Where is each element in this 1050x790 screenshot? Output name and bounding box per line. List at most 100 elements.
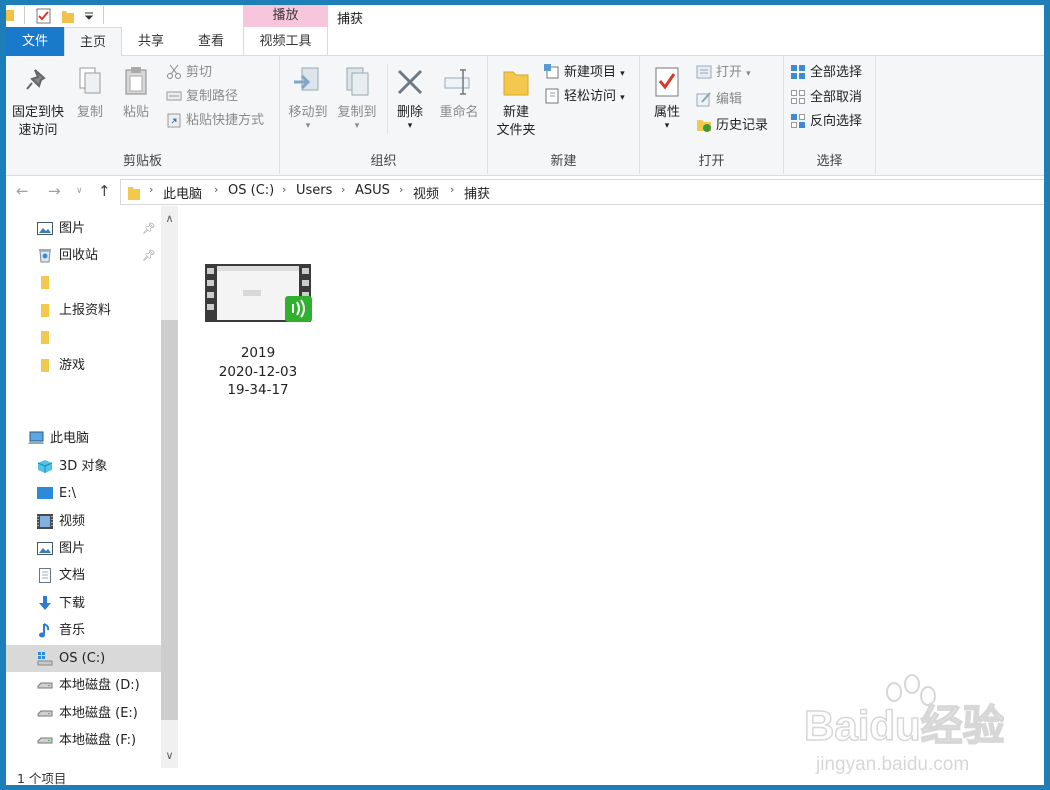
new-folder-button[interactable]: 新建 文件夹: [494, 66, 538, 140]
tab-file[interactable]: 文件: [6, 27, 64, 56]
nav-label: 回收站: [59, 248, 99, 263]
new-group: 新建 文件夹 新建项目 ▾ 轻松访问 ▾ 新建: [488, 56, 640, 174]
back-arrow-icon[interactable]: ←: [16, 182, 29, 200]
nav-item-pictures-quick[interactable]: 图片 📌︎: [6, 215, 161, 242]
copy-to-button[interactable]: 复制到 ▾: [334, 66, 380, 131]
new-folder-quick-icon[interactable]: [61, 8, 75, 24]
tab-video-tools[interactable]: 视频工具: [243, 27, 328, 56]
nav-item-local-disk-f[interactable]: 本地磁盘 (F:): [6, 727, 161, 754]
nav-item-music[interactable]: 音乐: [6, 617, 161, 644]
easy-access-dropdown-icon: ▾: [620, 93, 625, 103]
delete-button[interactable]: 删除 ▾: [392, 66, 428, 131]
new-item-button[interactable]: 新建项目 ▾: [544, 62, 625, 84]
open-button[interactable]: 打开 ▾: [696, 62, 751, 84]
address-row: ← → ∨ ↑ › 此电脑 › OS (C:) › Users › ASUS ›…: [6, 176, 1044, 206]
breadcrumb-asus[interactable]: ASUS: [355, 183, 390, 198]
nav-label: 图片: [59, 541, 86, 556]
pin-icon: 📌︎: [142, 222, 156, 235]
copy-button[interactable]: 复制: [72, 66, 108, 122]
nav-item-folder[interactable]: [6, 269, 161, 296]
nav-item-downloads[interactable]: 下载: [6, 590, 161, 617]
watermark-brand: Baidu经验: [804, 702, 1004, 749]
invert-selection-label: 反向选择: [810, 114, 863, 129]
select-all-button[interactable]: 全部选择: [790, 62, 862, 84]
paste-icon: [125, 67, 147, 95]
os-drive-icon: [37, 652, 53, 666]
forward-arrow-icon[interactable]: →: [48, 182, 61, 200]
nav-item-videos[interactable]: 视频: [6, 508, 161, 535]
new-item-dropdown-icon: ▾: [620, 69, 625, 79]
select-group: 全部选择 全部取消 反向选择 选择: [784, 56, 876, 174]
breadcrumb-videos[interactable]: 视频: [413, 183, 439, 202]
properties-button[interactable]: 属性 ▾: [647, 66, 687, 131]
nav-label: 3D 对象: [59, 459, 108, 474]
file-item[interactable]: 2019 2020-12-03 19-34-17: [203, 262, 313, 400]
folder-icon: [41, 276, 49, 289]
nav-item-local-disk-e[interactable]: 本地磁盘 (E:): [6, 700, 161, 727]
nav-item-pictures[interactable]: 图片: [6, 535, 161, 562]
rename-button[interactable]: 重命名: [434, 66, 484, 122]
select-none-label: 全部取消: [810, 90, 863, 105]
easy-access-icon: [545, 88, 559, 103]
copy-to-icon: [346, 67, 369, 96]
tab-home[interactable]: 主页: [64, 27, 122, 57]
recent-locations-chevron-icon[interactable]: ∨: [76, 186, 83, 196]
properties-icon: [655, 67, 679, 97]
clipboard-group: 固定到快 速访问 复制 粘贴 剪切 复制路径 粘贴快捷方式 剪贴板: [6, 56, 280, 174]
move-to-button[interactable]: 移动到 ▾: [285, 66, 331, 131]
copy-path-button[interactable]: 复制路径: [166, 86, 238, 108]
cut-button[interactable]: 剪切: [166, 62, 212, 84]
nav-item-3d-objects[interactable]: 3D 对象: [6, 453, 161, 480]
nav-label: 上报资料: [59, 303, 112, 318]
properties-quick-icon[interactable]: [36, 8, 52, 24]
nav-item-recycle-bin[interactable]: 回收站 📌︎: [6, 242, 161, 269]
copy-path-label: 复制路径: [186, 89, 239, 104]
nav-item-e-drive[interactable]: E:\: [6, 480, 161, 507]
tab-view[interactable]: 查看: [180, 27, 242, 56]
nav-item-local-disk-d[interactable]: 本地磁盘 (D:): [6, 672, 161, 699]
nav-item-os-c[interactable]: OS (C:): [6, 645, 161, 672]
drive-icon: [37, 737, 53, 744]
paste-shortcut-label: 粘贴快捷方式: [186, 113, 265, 128]
select-none-button[interactable]: 全部取消: [790, 87, 862, 109]
rename-icon: [444, 69, 470, 95]
pin-quick-access-button[interactable]: 固定到快 速访问: [8, 66, 68, 140]
tab-share[interactable]: 共享: [122, 27, 180, 56]
open-group-label: 打开: [698, 154, 725, 169]
nav-label: 下载: [59, 596, 86, 611]
edit-button[interactable]: 编辑: [696, 89, 742, 111]
folder-icon: [41, 304, 49, 317]
breadcrumb-captures[interactable]: 捕获: [464, 183, 490, 202]
scissors-icon: [167, 64, 181, 79]
nav-item-report-materials[interactable]: 上报资料: [6, 297, 161, 324]
nav-item-documents[interactable]: 文档: [6, 562, 161, 589]
nav-label: 本地磁盘 (F:): [59, 733, 137, 748]
breadcrumb-users[interactable]: Users: [296, 183, 332, 198]
scroll-up-icon[interactable]: ∧: [161, 210, 178, 227]
address-bar[interactable]: › 此电脑 › OS (C:) › Users › ASUS › 视频 › 捕获: [120, 179, 1044, 205]
folder-icon: [128, 187, 140, 200]
breadcrumb-os-c[interactable]: OS (C:): [228, 183, 274, 198]
nav-item-games[interactable]: 游戏: [6, 352, 161, 379]
nav-item-folder[interactable]: [6, 324, 161, 351]
history-button[interactable]: 历史记录: [696, 115, 768, 137]
breadcrumb-this-pc[interactable]: 此电脑: [163, 183, 202, 202]
up-arrow-icon[interactable]: ↑: [98, 182, 111, 200]
easy-access-button[interactable]: 轻松访问 ▾: [544, 86, 625, 108]
recycle-bin-icon: [39, 249, 51, 263]
paste-button[interactable]: 粘贴: [118, 66, 154, 122]
nav-item-this-pc[interactable]: 此电脑: [6, 425, 161, 452]
customize-dropdown-icon[interactable]: [84, 11, 94, 21]
paste-shortcut-button[interactable]: 粘贴快捷方式: [166, 110, 264, 132]
baidu-paw-logo: Baidu经验 jingyan.baidu.com: [803, 674, 1005, 775]
pictures-icon: [37, 542, 53, 555]
select-all-label: 全部选择: [810, 65, 863, 80]
computer-icon: [28, 431, 44, 444]
scroll-down-icon[interactable]: ∨: [161, 747, 178, 764]
easy-access-label: 轻松访问: [564, 89, 617, 104]
3d-objects-icon: [37, 460, 53, 473]
open-dropdown-icon: ▾: [746, 69, 751, 79]
nav-scrollbar-thumb[interactable]: [161, 320, 178, 720]
invert-selection-button[interactable]: 反向选择: [790, 111, 862, 133]
context-tab-play[interactable]: 播放: [243, 5, 328, 28]
